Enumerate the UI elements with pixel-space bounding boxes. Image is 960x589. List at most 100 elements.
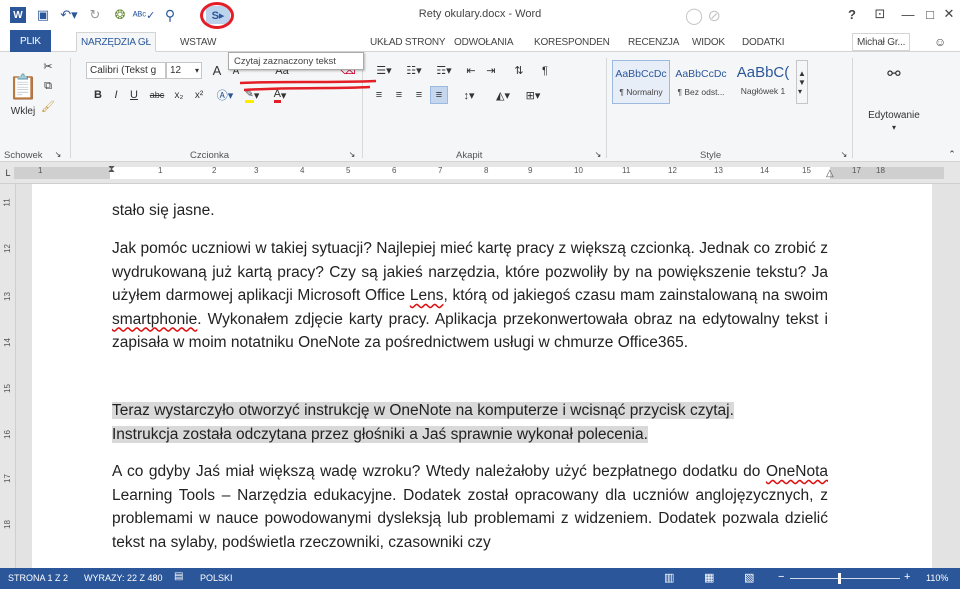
ruler-number: 15 xyxy=(802,166,811,175)
ruler-number: 7 xyxy=(438,166,443,175)
dialog-launcher-icon[interactable]: ↘ xyxy=(52,148,64,160)
paragraph-text: stało się jasne. xyxy=(112,202,215,219)
zoom-in-button[interactable]: + xyxy=(904,571,910,583)
ruler-number: 17 xyxy=(852,166,861,175)
separator xyxy=(362,58,363,158)
read-mode-icon[interactable]: ▥ xyxy=(664,571,674,584)
dialog-launcher-icon[interactable]: ↘ xyxy=(838,148,850,160)
collapse-ribbon-icon[interactable]: ⌃ xyxy=(946,148,958,160)
tab-file[interactable]: PLIK xyxy=(10,30,51,52)
ruler-number: 14 xyxy=(2,338,12,347)
font-size-value: 12 xyxy=(170,65,182,76)
subscript-button[interactable]: x₂ xyxy=(170,86,188,104)
language[interactable]: POLSKI xyxy=(200,573,233,583)
styles-scroll[interactable]: ▲ ▼ ▾ xyxy=(796,60,808,104)
align-right-icon[interactable]: ≡ xyxy=(410,86,428,104)
style-no-spacing[interactable]: AaBbCcDc ¶ Bez odst... xyxy=(672,60,730,104)
ruler-number: 4 xyxy=(300,166,305,175)
help-button[interactable]: ? xyxy=(838,4,866,24)
justify-icon[interactable]: ≡ xyxy=(430,86,448,104)
tab-review[interactable]: RECENZJA xyxy=(624,33,683,51)
zoom-level[interactable]: 110% xyxy=(926,573,948,583)
paragraph[interactable]: A co gdyby Jaś miał większą wadę wzroku?… xyxy=(112,460,828,554)
tab-selector-icon[interactable]: L xyxy=(2,166,14,180)
indent-marker-icon[interactable]: ⧗ xyxy=(108,164,115,175)
cut-icon[interactable]: ✂ xyxy=(40,58,56,74)
spelling-error[interactable]: OneNota xyxy=(766,463,828,480)
text-effects-icon[interactable]: Ⓐ▾ xyxy=(214,86,236,104)
paragraph-text: , którą od jakiegoś czasu mam zainstalow… xyxy=(443,287,829,304)
paragraph[interactable]: Jak pomóc uczniowi w takiej sytuacji? Na… xyxy=(112,237,828,355)
font-family-value: Calibri (Tekst g xyxy=(90,65,157,76)
selected-paragraph[interactable]: Teraz wystarczyło otworzyć instrukcję w … xyxy=(112,399,828,446)
zoom-out-button[interactable]: − xyxy=(778,571,784,583)
spelling-error[interactable]: Lens xyxy=(410,287,444,304)
right-indent-marker-icon[interactable]: △ xyxy=(826,168,834,179)
ruler-number: 3 xyxy=(254,166,259,175)
word-count[interactable]: WYRAZY: 22 Z 480 xyxy=(84,573,163,583)
tab-home[interactable]: NARZĘDZIA GŁ xyxy=(76,32,156,52)
user-account[interactable]: Michał Gr... xyxy=(852,33,911,51)
style-normal[interactable]: AaBbCcDc ¶ Normalny xyxy=(612,60,670,104)
paragraph-text: . Wykonałem zdjęcie karty pracy. Aplikac… xyxy=(112,310,828,352)
ruler-number: 6 xyxy=(392,166,397,175)
tab-addins[interactable]: DODATKI xyxy=(738,33,788,51)
close-button[interactable]: ✕ xyxy=(938,4,960,24)
horizontal-ruler: L 1 ⧗ 1 2 3 4 5 6 7 8 9 10 11 12 13 14 1… xyxy=(0,162,960,184)
grow-font-button[interactable]: A xyxy=(208,62,226,79)
strikethrough-button[interactable]: abc xyxy=(146,86,168,104)
show-formatting-icon[interactable]: ¶ xyxy=(536,62,554,79)
copy-icon[interactable]: ⧉ xyxy=(40,78,56,94)
tab-layout[interactable]: UKŁAD STRONY xyxy=(366,33,449,51)
tab-insert[interactable]: WSTAW xyxy=(176,33,220,51)
ruler-number: 9 xyxy=(528,166,533,175)
style-heading-1[interactable]: AaBbC( Nagłówek 1 xyxy=(732,60,794,104)
proofing-icon[interactable]: ▤ xyxy=(174,571,183,582)
separator xyxy=(606,58,607,158)
title-bar: W ▣ ↶▾ ↻ ❂ ᴬᴮᶜ✓ ⚲ S▸ Rety okulary.docx -… xyxy=(0,0,960,30)
font-family-combo[interactable]: Calibri (Tekst g xyxy=(86,62,166,79)
ruler-number: 18 xyxy=(876,166,885,175)
increase-indent-icon[interactable]: ⇥ xyxy=(482,62,500,79)
underline-button[interactable]: U xyxy=(126,86,142,104)
style-sample: AaBbCcDc xyxy=(615,68,667,80)
tab-references[interactable]: ODWOŁANIA xyxy=(450,33,517,51)
tab-view[interactable]: WIDOK xyxy=(688,33,729,51)
tab-mailings[interactable]: KORESPONDEN xyxy=(530,33,614,51)
spelling-error[interactable]: smartphonie xyxy=(112,311,197,328)
multilevel-list-icon[interactable]: ☶▾ xyxy=(430,62,458,79)
font-size-combo[interactable]: 12 ▾ xyxy=(166,62,202,79)
bold-button[interactable]: B xyxy=(90,86,106,104)
separator xyxy=(70,58,71,158)
decrease-indent-icon[interactable]: ⇤ xyxy=(462,62,480,79)
dialog-launcher-icon[interactable]: ↘ xyxy=(346,148,358,160)
binoculars-icon[interactable]: ⚯ xyxy=(882,62,906,86)
print-layout-icon[interactable]: ▦ xyxy=(704,571,714,584)
borders-icon[interactable]: ⊞▾ xyxy=(520,86,546,104)
numbering-icon[interactable]: ☷▾ xyxy=(400,62,428,79)
shading-icon[interactable]: ◭▾ xyxy=(490,86,516,104)
zoom-slider-knob[interactable] xyxy=(838,573,841,584)
superscript-button[interactable]: x² xyxy=(190,86,208,104)
align-center-icon[interactable]: ≡ xyxy=(390,86,408,104)
italic-button[interactable]: I xyxy=(108,86,124,104)
ruler-number: 11 xyxy=(2,198,12,207)
paragraph-text: A co gdyby Jaś miał większą wadę wzroku?… xyxy=(112,463,766,480)
paragraph[interactable]: stało się jasne. xyxy=(112,199,828,223)
sort-icon[interactable]: ⇅ xyxy=(510,62,528,79)
line-spacing-icon[interactable]: ↕▾ xyxy=(456,86,482,104)
editing-button[interactable]: Edytowanie xyxy=(858,108,930,122)
ruler-number: 13 xyxy=(2,292,12,301)
user-avatar-icon[interactable]: ☺ xyxy=(930,33,950,51)
paragraph-text: Learning Tools – Narzędzia edukacyjne. D… xyxy=(112,486,828,551)
ruler-number: 12 xyxy=(2,244,12,253)
web-layout-icon[interactable]: ▧ xyxy=(744,571,754,584)
paste-icon[interactable]: 📋 xyxy=(8,72,38,102)
window-title: Rety okulary.docx - Word xyxy=(418,8,542,20)
format-painter-icon[interactable]: 🖌 xyxy=(40,98,56,114)
ribbon-display-button[interactable]: ⊡ xyxy=(866,4,894,24)
page-count[interactable]: STRONA 1 Z 2 xyxy=(8,573,68,583)
dialog-launcher-icon[interactable]: ↘ xyxy=(592,148,604,160)
paste-button[interactable]: Wklej xyxy=(6,104,40,118)
zoom-slider[interactable] xyxy=(790,578,900,579)
